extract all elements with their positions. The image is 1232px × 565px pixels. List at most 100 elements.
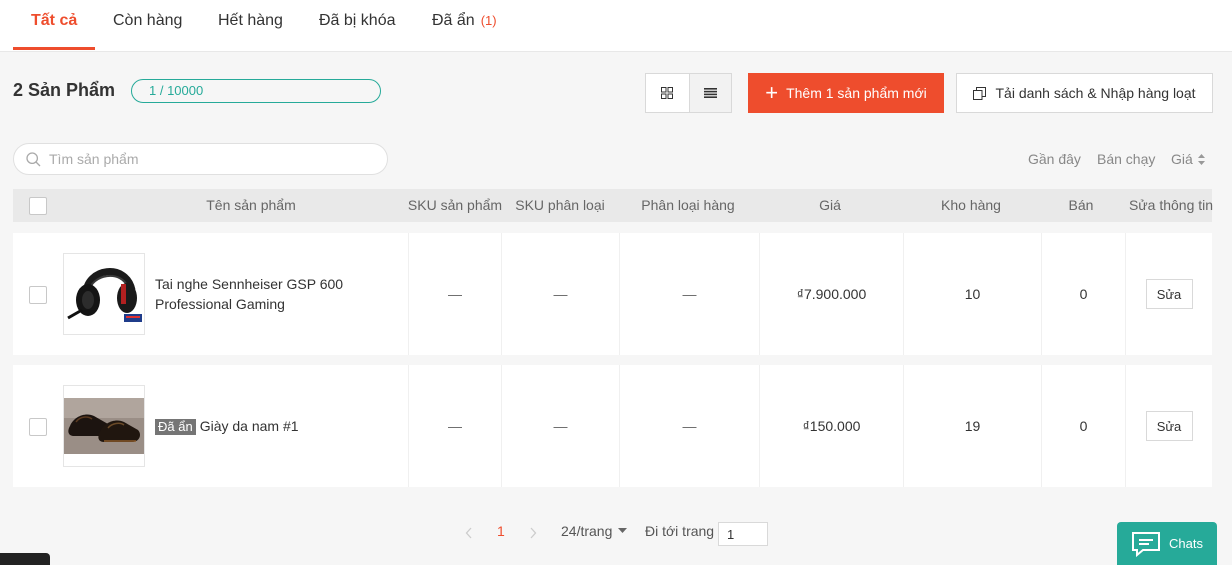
column-header-name: Tên sản phẩm	[206, 197, 296, 213]
bulk-upload-button[interactable]: Tải danh sách & Nhập hàng loạt	[956, 73, 1213, 113]
status-tabs: Tất cả Còn hàng Hết hàng Đã bị khóa Đã ẩ…	[0, 0, 1232, 52]
sku-value: —	[448, 418, 462, 434]
goto-page-label: Đi tới trang	[645, 523, 715, 539]
sold-cell: 0	[1041, 233, 1125, 355]
tab-label: Tất cả	[31, 12, 78, 29]
product-quota-badge: 1 / 10000	[131, 79, 381, 103]
page-number-current[interactable]: 1	[497, 523, 505, 539]
price-cell: ₫150.000	[759, 365, 903, 487]
plus-icon: +	[765, 80, 779, 105]
product-search	[13, 143, 388, 175]
list-icon	[703, 88, 717, 98]
tab-count-badge: (1)	[480, 13, 497, 28]
tab-label: Còn hàng	[113, 12, 183, 29]
sku-cell: —	[408, 365, 501, 487]
table-row: Đã ẩn Giày da nam #1 — — — ₫150.000 19 0 …	[13, 365, 1212, 487]
hidden-status-tag: Đã ẩn	[155, 419, 196, 435]
stock-cell: 10	[903, 233, 1041, 355]
variant-sku-cell: —	[501, 365, 619, 487]
per-page-value: 24/trang	[561, 523, 613, 539]
sold-value: 0	[1079, 286, 1088, 302]
tab-in-stock[interactable]: Còn hàng	[113, 0, 182, 52]
chat-button[interactable]: Chats	[1117, 522, 1217, 565]
next-page-button[interactable]	[529, 526, 537, 542]
column-header-price: Giá	[819, 197, 841, 213]
table-row: Tai nghe Sennheiser GSP 600 Professional…	[13, 233, 1212, 355]
chat-icon	[1132, 531, 1161, 557]
column-header-sku: SKU sản phẩm	[407, 197, 503, 213]
edit-cell: Sửa	[1125, 233, 1212, 355]
per-page-select[interactable]: 24/trang	[561, 523, 628, 539]
variant-sku-value: —	[553, 286, 568, 302]
edit-cell: Sửa	[1125, 365, 1212, 487]
headset-image	[64, 254, 144, 334]
stock-cell: 19	[903, 365, 1041, 487]
stock-value: 19	[964, 418, 981, 434]
product-count-title: 2 Sản Phẩm	[13, 80, 116, 100]
tab-locked[interactable]: Đã bị khóa	[319, 0, 396, 52]
price-cell: ₫7.900.000	[759, 233, 903, 355]
sku-cell: —	[408, 233, 501, 355]
row-checkbox[interactable]	[29, 418, 47, 436]
variant-value: —	[682, 286, 697, 302]
row-checkbox[interactable]	[29, 286, 47, 304]
shoes-image	[64, 386, 144, 466]
search-input[interactable]	[49, 151, 369, 167]
sku-value: —	[448, 286, 462, 302]
chat-label: Chats	[1169, 536, 1203, 551]
tab-label: Đã ẩn	[432, 12, 475, 29]
product-name[interactable]: Tai nghe Sennheiser GSP 600 Professional…	[155, 274, 390, 314]
tab-all[interactable]: Tất cả	[31, 0, 77, 52]
sold-value: 0	[1079, 418, 1088, 434]
column-header-edit: Sửa thông tin	[1128, 197, 1214, 213]
view-toggle	[645, 73, 732, 113]
prev-page-button[interactable]	[465, 526, 473, 542]
goto-page-input[interactable]	[718, 522, 768, 546]
variant-cell: —	[619, 233, 759, 355]
column-header-variant: Phân loại hàng	[641, 197, 735, 213]
stock-value: 10	[964, 286, 981, 302]
tab-hidden[interactable]: Đã ẩn (1)	[432, 0, 497, 52]
column-header-variant-sku: SKU phân loại	[515, 197, 605, 213]
select-all-checkbox[interactable]	[29, 197, 47, 215]
sort-best-selling[interactable]: Bán chạy	[1097, 151, 1155, 167]
grid-icon	[661, 87, 674, 99]
sort-price-label: Giá	[1171, 151, 1193, 167]
chevron-right-icon	[530, 527, 537, 539]
product-thumbnail-headset[interactable]	[63, 253, 145, 335]
edit-product-button[interactable]: Sửa	[1145, 411, 1193, 441]
sort-arrows-icon	[1197, 153, 1205, 165]
sort-price[interactable]: Giá	[1171, 151, 1205, 167]
column-header-sold: Bán	[1068, 197, 1094, 213]
price-value: ₫150.000	[802, 418, 861, 434]
add-product-label: Thêm 1 sản phẩm mới	[786, 85, 927, 101]
copy-icon	[973, 86, 987, 100]
product-cell: Đã ẩn Giày da nam #1	[13, 365, 408, 487]
bulk-upload-label: Tải danh sách & Nhập hàng loạt	[995, 85, 1196, 101]
tab-out-of-stock[interactable]: Hết hàng	[218, 0, 283, 52]
price-value: ₫7.900.000	[796, 286, 867, 302]
search-icon	[26, 151, 41, 166]
caret-down-icon	[618, 528, 628, 533]
column-header-stock: Kho hàng	[941, 197, 1001, 213]
variant-sku-value: —	[553, 418, 568, 434]
list-view-button[interactable]	[688, 74, 731, 112]
variant-sku-cell: —	[501, 233, 619, 355]
variant-cell: —	[619, 365, 759, 487]
tab-label: Hết hàng	[218, 12, 283, 29]
product-name-text: Giày da nam #1	[199, 418, 299, 434]
add-product-button[interactable]: + Thêm 1 sản phẩm mới	[748, 73, 944, 113]
sold-cell: 0	[1041, 365, 1125, 487]
sort-recent[interactable]: Gần đây	[1028, 151, 1081, 167]
grid-view-button[interactable]	[646, 74, 689, 112]
corner-widget[interactable]	[0, 553, 50, 565]
chevron-left-icon	[465, 527, 472, 539]
product-cell: Tai nghe Sennheiser GSP 600 Professional…	[13, 233, 408, 355]
active-tab-indicator	[13, 47, 95, 50]
edit-product-button[interactable]: Sửa	[1145, 279, 1193, 309]
tab-label: Đã bị khóa	[319, 12, 396, 29]
product-name[interactable]: Đã ẩn Giày da nam #1	[155, 416, 390, 436]
product-thumbnail-shoes[interactable]	[63, 385, 145, 467]
product-name-text: Tai nghe Sennheiser GSP 600 Professional…	[155, 276, 344, 312]
variant-value: —	[682, 418, 697, 434]
